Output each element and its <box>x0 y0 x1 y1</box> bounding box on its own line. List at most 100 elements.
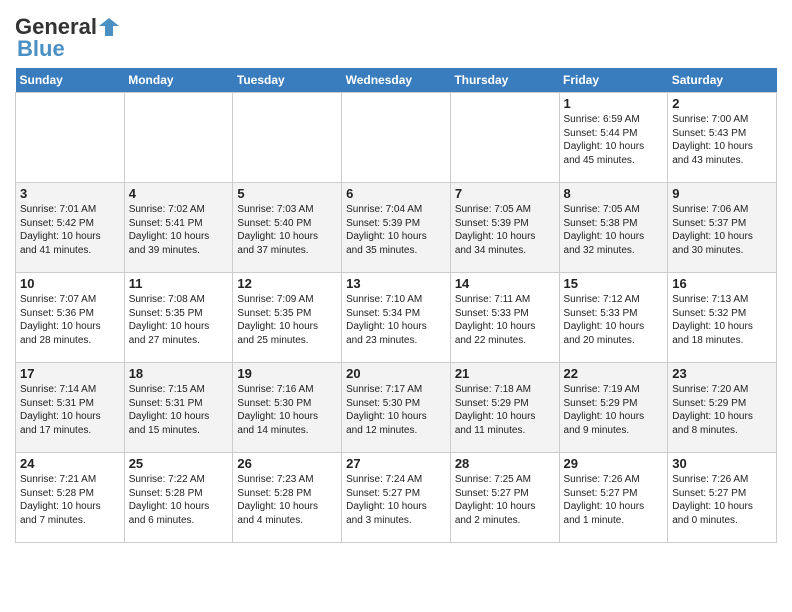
calendar-cell-empty <box>124 93 233 183</box>
page-header: General Blue <box>15 10 777 62</box>
weekday-header-row: SundayMondayTuesdayWednesdayThursdayFrid… <box>16 68 777 93</box>
day-info: Sunrise: 7:26 AM Sunset: 5:27 PM Dayligh… <box>564 473 664 527</box>
day-info: Sunrise: 6:59 AM Sunset: 5:44 PM Dayligh… <box>564 113 664 167</box>
day-number: 18 <box>129 366 229 381</box>
calendar-cell: 25Sunrise: 7:22 AM Sunset: 5:28 PM Dayli… <box>124 453 233 543</box>
day-number: 14 <box>455 276 555 291</box>
day-info: Sunrise: 7:14 AM Sunset: 5:31 PM Dayligh… <box>20 383 120 437</box>
calendar-week-4: 17 Sunrise: 7:14 AM Sunset: 5:31 PM Dayli… <box>16 363 777 453</box>
day-info: Sunrise: 7:00 AM Sunset: 5:43 PM Dayligh… <box>672 113 772 167</box>
day-number: 24 <box>20 456 120 471</box>
weekday-header-thursday: Thursday <box>450 68 559 93</box>
calendar-cell: 15Sunrise: 7:12 AM Sunset: 5:33 PM Dayli… <box>559 273 668 363</box>
calendar-cell: 1 Sunrise: 6:59 AM Sunset: 5:44 PM Daylig… <box>559 93 668 183</box>
day-number: 29 <box>564 456 664 471</box>
day-info: Sunrise: 7:10 AM Sunset: 5:34 PM Dayligh… <box>346 293 446 347</box>
day-number: 2 <box>672 96 772 111</box>
calendar-cell: 27 Sunrise: 7:24 AM Sunset: 5:27 PM Dayli… <box>342 453 451 543</box>
day-info: Sunrise: 7:02 AM Sunset: 5:41 PM Dayligh… <box>129 203 229 257</box>
day-info: Sunrise: 7:20 AM Sunset: 5:29 PM Dayligh… <box>672 383 772 437</box>
weekday-header-saturday: Saturday <box>668 68 777 93</box>
day-info: Sunrise: 7:03 AM Sunset: 5:40 PM Dayligh… <box>237 203 337 257</box>
calendar-table: SundayMondayTuesdayWednesdayThursdayFrid… <box>15 68 777 543</box>
day-info: Sunrise: 7:15 AM Sunset: 5:31 PM Dayligh… <box>129 383 229 437</box>
calendar-cell: 6Sunrise: 7:04 AM Sunset: 5:39 PM Daylig… <box>342 183 451 273</box>
day-number: 21 <box>455 366 555 381</box>
calendar-week-1: 1 Sunrise: 6:59 AM Sunset: 5:44 PM Daylig… <box>16 93 777 183</box>
day-info: Sunrise: 7:09 AM Sunset: 5:35 PM Dayligh… <box>237 293 337 347</box>
weekday-header-tuesday: Tuesday <box>233 68 342 93</box>
day-number: 30 <box>672 456 772 471</box>
day-info: Sunrise: 7:05 AM Sunset: 5:39 PM Dayligh… <box>455 203 555 257</box>
calendar-cell: 3 Sunrise: 7:01 AM Sunset: 5:42 PM Daylig… <box>16 183 125 273</box>
day-number: 11 <box>129 276 229 291</box>
calendar-cell: 14 Sunrise: 7:11 AM Sunset: 5:33 PM Dayli… <box>450 273 559 363</box>
calendar-cell-empty <box>450 93 559 183</box>
calendar-week-3: 10Sunrise: 7:07 AM Sunset: 5:36 PM Dayli… <box>16 273 777 363</box>
day-number: 6 <box>346 186 446 201</box>
day-info: Sunrise: 7:12 AM Sunset: 5:33 PM Dayligh… <box>564 293 664 347</box>
calendar-cell: 16 Sunrise: 7:13 AM Sunset: 5:32 PM Dayli… <box>668 273 777 363</box>
calendar-cell: 28 Sunrise: 7:25 AM Sunset: 5:27 PM Dayli… <box>450 453 559 543</box>
calendar-week-2: 3 Sunrise: 7:01 AM Sunset: 5:42 PM Daylig… <box>16 183 777 273</box>
calendar-cell: 13 Sunrise: 7:10 AM Sunset: 5:34 PM Dayli… <box>342 273 451 363</box>
day-number: 26 <box>237 456 337 471</box>
calendar-cell: 22 Sunrise: 7:19 AM Sunset: 5:29 PM Dayli… <box>559 363 668 453</box>
logo-blue-text: Blue <box>15 36 65 62</box>
day-number: 22 <box>564 366 664 381</box>
calendar-cell: 18 Sunrise: 7:15 AM Sunset: 5:31 PM Dayli… <box>124 363 233 453</box>
calendar-cell-empty <box>16 93 125 183</box>
calendar-cell: 24Sunrise: 7:21 AM Sunset: 5:28 PM Dayli… <box>16 453 125 543</box>
day-number: 17 <box>20 366 120 381</box>
day-info: Sunrise: 7:17 AM Sunset: 5:30 PM Dayligh… <box>346 383 446 437</box>
logo-bird-icon <box>99 16 119 38</box>
day-number: 9 <box>672 186 772 201</box>
day-info: Sunrise: 7:01 AM Sunset: 5:42 PM Dayligh… <box>20 203 120 257</box>
weekday-header-monday: Monday <box>124 68 233 93</box>
day-info: Sunrise: 7:19 AM Sunset: 5:29 PM Dayligh… <box>564 383 664 437</box>
weekday-header-friday: Friday <box>559 68 668 93</box>
day-number: 13 <box>346 276 446 291</box>
calendar-cell: 19Sunrise: 7:16 AM Sunset: 5:30 PM Dayli… <box>233 363 342 453</box>
calendar-cell: 20 Sunrise: 7:17 AM Sunset: 5:30 PM Dayli… <box>342 363 451 453</box>
day-number: 16 <box>672 276 772 291</box>
calendar-week-5: 24Sunrise: 7:21 AM Sunset: 5:28 PM Dayli… <box>16 453 777 543</box>
day-number: 12 <box>237 276 337 291</box>
calendar-cell: 21Sunrise: 7:18 AM Sunset: 5:29 PM Dayli… <box>450 363 559 453</box>
calendar-cell: 7Sunrise: 7:05 AM Sunset: 5:39 PM Daylig… <box>450 183 559 273</box>
day-number: 28 <box>455 456 555 471</box>
logo: General Blue <box>15 14 119 62</box>
calendar-cell: 8Sunrise: 7:05 AM Sunset: 5:38 PM Daylig… <box>559 183 668 273</box>
calendar-cell-empty <box>233 93 342 183</box>
day-number: 5 <box>237 186 337 201</box>
weekday-header-sunday: Sunday <box>16 68 125 93</box>
calendar-cell: 23 Sunrise: 7:20 AM Sunset: 5:29 PM Dayli… <box>668 363 777 453</box>
weekday-header-wednesday: Wednesday <box>342 68 451 93</box>
day-info: Sunrise: 7:11 AM Sunset: 5:33 PM Dayligh… <box>455 293 555 347</box>
day-info: Sunrise: 7:16 AM Sunset: 5:30 PM Dayligh… <box>237 383 337 437</box>
day-number: 1 <box>564 96 664 111</box>
calendar-cell: 30 Sunrise: 7:26 AM Sunset: 5:27 PM Dayli… <box>668 453 777 543</box>
day-number: 23 <box>672 366 772 381</box>
day-info: Sunrise: 7:05 AM Sunset: 5:38 PM Dayligh… <box>564 203 664 257</box>
calendar-cell: 11 Sunrise: 7:08 AM Sunset: 5:35 PM Dayli… <box>124 273 233 363</box>
calendar-cell: 2 Sunrise: 7:00 AM Sunset: 5:43 PM Daylig… <box>668 93 777 183</box>
day-info: Sunrise: 7:13 AM Sunset: 5:32 PM Dayligh… <box>672 293 772 347</box>
day-number: 20 <box>346 366 446 381</box>
calendar-cell: 9 Sunrise: 7:06 AM Sunset: 5:37 PM Daylig… <box>668 183 777 273</box>
day-info: Sunrise: 7:26 AM Sunset: 5:27 PM Dayligh… <box>672 473 772 527</box>
day-info: Sunrise: 7:06 AM Sunset: 5:37 PM Dayligh… <box>672 203 772 257</box>
calendar-cell: 12 Sunrise: 7:09 AM Sunset: 5:35 PM Dayli… <box>233 273 342 363</box>
calendar-cell: 5 Sunrise: 7:03 AM Sunset: 5:40 PM Daylig… <box>233 183 342 273</box>
calendar-cell: 4Sunrise: 7:02 AM Sunset: 5:41 PM Daylig… <box>124 183 233 273</box>
day-number: 27 <box>346 456 446 471</box>
day-info: Sunrise: 7:08 AM Sunset: 5:35 PM Dayligh… <box>129 293 229 347</box>
calendar-cell: 26Sunrise: 7:23 AM Sunset: 5:28 PM Dayli… <box>233 453 342 543</box>
day-info: Sunrise: 7:22 AM Sunset: 5:28 PM Dayligh… <box>129 473 229 527</box>
calendar-cell: 10Sunrise: 7:07 AM Sunset: 5:36 PM Dayli… <box>16 273 125 363</box>
day-info: Sunrise: 7:24 AM Sunset: 5:27 PM Dayligh… <box>346 473 446 527</box>
calendar-cell: 29 Sunrise: 7:26 AM Sunset: 5:27 PM Dayli… <box>559 453 668 543</box>
day-info: Sunrise: 7:07 AM Sunset: 5:36 PM Dayligh… <box>20 293 120 347</box>
day-number: 3 <box>20 186 120 201</box>
day-info: Sunrise: 7:25 AM Sunset: 5:27 PM Dayligh… <box>455 473 555 527</box>
